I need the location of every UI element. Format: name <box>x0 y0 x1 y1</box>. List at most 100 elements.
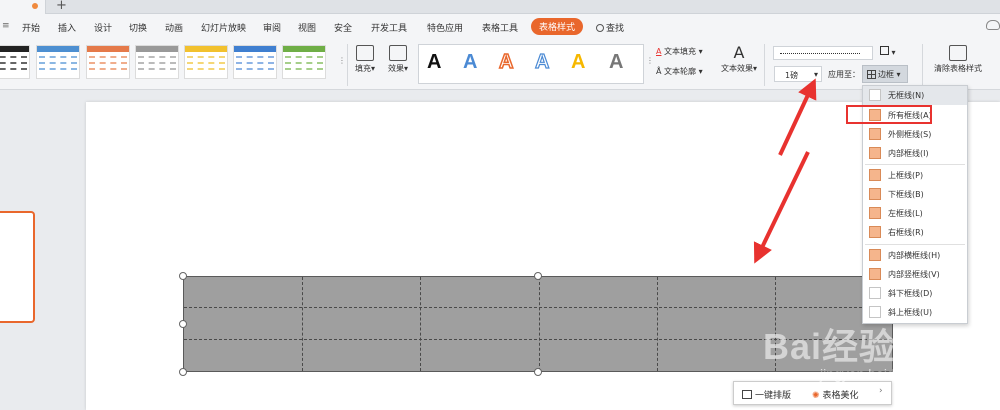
menu-item-label: 斜上框线(U) <box>888 308 933 317</box>
wordart-orange-outline[interactable]: A <box>498 50 514 74</box>
menu-item-inside-borders[interactable]: 内部框线(I) <box>863 144 967 163</box>
menu-home[interactable]: 开始 <box>22 21 40 34</box>
inside-borders-icon <box>869 147 881 159</box>
fill-button[interactable]: 填充▾ <box>351 45 379 74</box>
ribbon-separator <box>347 44 348 86</box>
text-fill-button[interactable]: A 文本填充 ▾ <box>656 46 703 57</box>
text-effect-button[interactable]: A 文本效果▾ <box>718 45 760 74</box>
cloud-icon[interactable] <box>986 20 1000 30</box>
apply-to-label: 应用至： <box>828 70 860 79</box>
menu-item-label: 下框线(B) <box>888 190 924 199</box>
menu-item-inside-horizontal[interactable]: 内部横框线(H) <box>863 246 967 265</box>
fill-label: 填充 <box>354 64 371 73</box>
effect-button[interactable]: 效果▾ <box>383 45 413 74</box>
menu-design[interactable]: 设计 <box>94 21 112 34</box>
clear-style-label: 清除表格样式 <box>934 64 982 73</box>
word-art-gallery: A A A A A A <box>418 44 644 84</box>
menu-item-no-border[interactable]: 无框线(N) <box>863 86 967 105</box>
style-swatch-blue[interactable] <box>36 45 80 79</box>
table-col-line <box>302 277 303 371</box>
new-tab-icon[interactable]: + <box>56 0 67 13</box>
menu-item-label: 右框线(R) <box>888 228 924 237</box>
wordart-yellow[interactable]: A <box>571 51 585 74</box>
wordart-black[interactable]: A <box>427 51 441 74</box>
style-swatch-orange[interactable] <box>86 45 130 79</box>
menu-features[interactable]: 特色应用 <box>427 21 463 34</box>
resize-handle[interactable] <box>179 272 187 280</box>
inside-vertical-icon <box>869 268 881 280</box>
weight-dropdown-icon: ▾ <box>813 70 818 79</box>
resize-handle[interactable] <box>534 368 542 376</box>
menu-item-diagonal-down[interactable]: 斜下框线(D) <box>863 284 967 303</box>
wordart-blue-outline[interactable]: A <box>534 50 550 74</box>
menu-developer[interactable]: 开发工具 <box>371 21 407 34</box>
menu-separator <box>865 244 965 245</box>
slide-thumbnail[interactable] <box>0 211 35 323</box>
menu-animation[interactable]: 动画 <box>165 21 183 34</box>
line-weight-value: 1磅 <box>785 71 799 80</box>
text-fill-label: 文本填充 <box>664 47 697 56</box>
slide-panel <box>0 91 40 410</box>
line-style-select[interactable] <box>773 46 873 60</box>
style-swatch-black[interactable] <box>0 45 30 79</box>
menu-insert[interactable]: 插入 <box>58 21 76 34</box>
resize-handle[interactable] <box>179 368 187 376</box>
swatch-scroll-icon[interactable]: ⋮ <box>338 56 346 65</box>
text-outline-label: 文本轮廓 <box>664 67 697 76</box>
menu-item-diagonal-up[interactable]: 斜上框线(U) <box>863 303 967 322</box>
menu-security[interactable]: 安全 <box>334 21 352 34</box>
menu-item-bottom-border[interactable]: 下框线(B) <box>863 185 967 204</box>
menu-bar: ≡ 开始 插入 设计 切换 动画 幻灯片放映 审阅 视图 安全 开发工具 特色应… <box>0 14 1000 40</box>
text-outline-dropdown-icon: ▾ <box>696 67 703 76</box>
menu-chevron-icon[interactable]: ≡ <box>2 21 10 31</box>
one-click-layout-button[interactable]: 一键排版 <box>742 388 791 401</box>
border-label: 边框 <box>878 70 894 79</box>
line-color-button[interactable]: ▾ <box>880 46 896 57</box>
menu-review[interactable]: 审阅 <box>263 21 281 34</box>
line-weight-select[interactable]: 1磅 ▾ <box>774 66 822 82</box>
bottom-border-icon <box>869 188 881 200</box>
text-effect-icon: A <box>733 43 745 62</box>
no-border-icon <box>869 89 881 101</box>
menu-item-top-border[interactable]: 上框线(P) <box>863 166 967 185</box>
menu-slideshow[interactable]: 幻灯片放映 <box>201 21 246 34</box>
ribbon-separator <box>764 44 765 86</box>
resize-handle[interactable] <box>534 272 542 280</box>
watermark-url: jingyan.baidu.com <box>820 366 933 382</box>
menu-item-inside-vertical[interactable]: 内部竖框线(V) <box>863 265 967 284</box>
document-tab[interactable] <box>0 0 46 14</box>
chevron-right-icon[interactable]: › <box>879 386 883 396</box>
wordart-scroll-icon[interactable]: ⋮ <box>646 56 654 65</box>
menu-item-right-border[interactable]: 右框线(R) <box>863 223 967 242</box>
pen-color-icon <box>880 46 889 55</box>
fill-dropdown-icon: ▾ <box>370 64 375 73</box>
clear-table-style-button[interactable]: 清除表格样式 <box>926 45 990 74</box>
menu-item-label: 内部竖框线(V) <box>888 270 940 279</box>
menu-separator <box>865 164 965 165</box>
wordart-gray[interactable]: A <box>609 51 623 74</box>
wordart-blue[interactable]: A <box>463 51 477 74</box>
menu-search[interactable]: 查找 <box>596 21 624 34</box>
menu-item-left-border[interactable]: 左框线(L) <box>863 204 967 223</box>
table-layout-icon <box>742 390 752 399</box>
border-button[interactable]: 边框 ▾ <box>862 65 908 83</box>
text-effect-label: 文本效果 <box>720 64 753 73</box>
text-outline-button[interactable]: Å 文本轮廓 ▾ <box>656 66 703 77</box>
style-swatch-gray[interactable] <box>135 45 179 79</box>
text-effect-dropdown-icon: ▾ <box>752 64 757 73</box>
one-click-layout-label: 一键排版 <box>755 391 792 401</box>
text-outline-icon: Å <box>656 67 662 76</box>
dotted-line-preview <box>780 53 860 54</box>
menu-transition[interactable]: 切换 <box>129 21 147 34</box>
eraser-icon <box>949 45 967 61</box>
menu-view[interactable]: 视图 <box>298 21 316 34</box>
table-beautify-button[interactable]: ✺ 表格美化 <box>812 388 859 401</box>
style-swatch-green[interactable] <box>282 45 326 79</box>
menu-item-outside-borders[interactable]: 外侧框线(S) <box>863 125 967 144</box>
text-fill-dropdown-icon: ▾ <box>696 47 703 56</box>
menu-table-tools[interactable]: 表格工具 <box>482 21 518 34</box>
resize-handle[interactable] <box>179 320 187 328</box>
menu-table-style[interactable]: 表格样式 <box>531 18 584 35</box>
style-swatch-yellow[interactable] <box>184 45 228 79</box>
style-swatch-lightblue[interactable] <box>233 45 277 79</box>
